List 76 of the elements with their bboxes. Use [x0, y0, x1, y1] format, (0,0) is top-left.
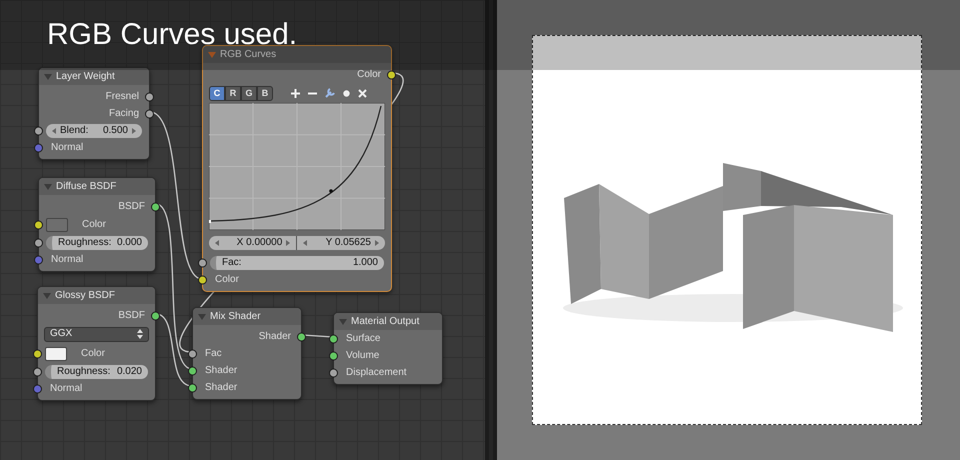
collapse-icon	[198, 314, 206, 320]
node-socket[interactable]	[188, 366, 197, 375]
updown-icon	[137, 329, 143, 339]
channel-tab[interactable]: B	[257, 86, 273, 100]
node-title: Diffuse BSDF	[56, 180, 116, 192]
number-field[interactable]: Roughness: 0.000	[46, 236, 148, 250]
socket-label: Volume	[346, 350, 380, 362]
socket-label: BSDF	[118, 310, 145, 322]
plus-icon	[291, 88, 300, 98]
socket-label: Displacement	[346, 366, 407, 378]
socket-label: Normal	[51, 142, 84, 154]
node-socket[interactable]	[151, 202, 160, 211]
arrow-right-icon	[286, 240, 290, 246]
node-title: Layer Weight	[56, 70, 115, 82]
close-icon	[358, 88, 367, 98]
socket-label: Normal	[51, 254, 84, 266]
arrow-right-icon	[132, 128, 136, 134]
collapse-icon	[44, 74, 52, 80]
socket-label: Shader	[258, 330, 291, 342]
node-socket[interactable]	[297, 332, 306, 341]
node-socket[interactable]	[188, 349, 197, 358]
collapse-icon	[44, 184, 52, 190]
socket-label: Color	[82, 218, 106, 230]
node-socket[interactable]	[387, 70, 396, 79]
dot-icon	[343, 90, 350, 96]
socket-label: Surface	[346, 332, 380, 344]
node-title: Glossy BSDF	[55, 290, 116, 302]
arrow-left-icon	[52, 128, 56, 134]
wrench-icon	[325, 88, 335, 98]
node-socket[interactable]	[34, 126, 43, 135]
number-field[interactable]: Blend: 0.500	[46, 124, 142, 138]
node-socket[interactable]	[33, 384, 42, 393]
node-title: Mix Shader	[210, 310, 261, 322]
node-socket[interactable]	[198, 275, 207, 284]
node-title: Material Output	[351, 316, 420, 328]
arrow-right-icon	[375, 240, 379, 246]
dropdown[interactable]: GGX	[44, 326, 149, 342]
socket-label: Color	[215, 274, 239, 286]
node-socket[interactable]	[329, 368, 338, 377]
color-swatch[interactable]	[46, 218, 68, 232]
socket-label: Shader	[205, 382, 238, 394]
collapse-icon	[208, 52, 216, 58]
node-socket[interactable]	[34, 143, 43, 152]
color-swatch[interactable]	[45, 346, 67, 360]
node-socket[interactable]	[145, 92, 154, 101]
node-socket[interactable]	[145, 109, 154, 118]
socket-label: Fac	[205, 348, 222, 360]
number-field[interactable]: X 0.00000	[209, 236, 298, 250]
number-field[interactable]: Roughness: 0.020	[45, 364, 148, 378]
node-socket[interactable]	[329, 334, 338, 343]
node-socket[interactable]	[188, 383, 197, 392]
node-socket[interactable]	[34, 238, 43, 247]
node-socket[interactable]	[33, 349, 42, 358]
node-socket[interactable]	[34, 220, 43, 229]
socket-label: Color	[357, 68, 381, 80]
node-socket[interactable]	[329, 351, 338, 360]
number-field[interactable]: Fac: 1.000	[210, 256, 384, 270]
socket-label: Shader	[205, 364, 238, 376]
socket-label: Fresnel	[106, 90, 139, 102]
node-socket[interactable]	[198, 258, 207, 267]
node-socket[interactable]	[34, 255, 43, 264]
collapse-icon	[339, 318, 347, 324]
socket-label: Color	[81, 348, 105, 360]
collapse-icon	[43, 292, 51, 298]
channel-tab[interactable]: G	[241, 86, 257, 100]
socket-label: Facing	[108, 108, 139, 120]
node-socket[interactable]	[33, 367, 42, 376]
node-socket[interactable]	[151, 311, 160, 320]
channel-tab[interactable]: C	[209, 86, 225, 100]
number-field[interactable]: Y 0.05625	[297, 236, 385, 250]
arrow-left-icon	[303, 240, 308, 246]
node-title: RGB Curves	[220, 48, 276, 60]
channel-tab[interactable]: R	[225, 86, 241, 100]
socket-label: Normal	[50, 382, 82, 394]
arrow-left-icon	[215, 240, 219, 246]
socket-label: BSDF	[118, 200, 145, 212]
